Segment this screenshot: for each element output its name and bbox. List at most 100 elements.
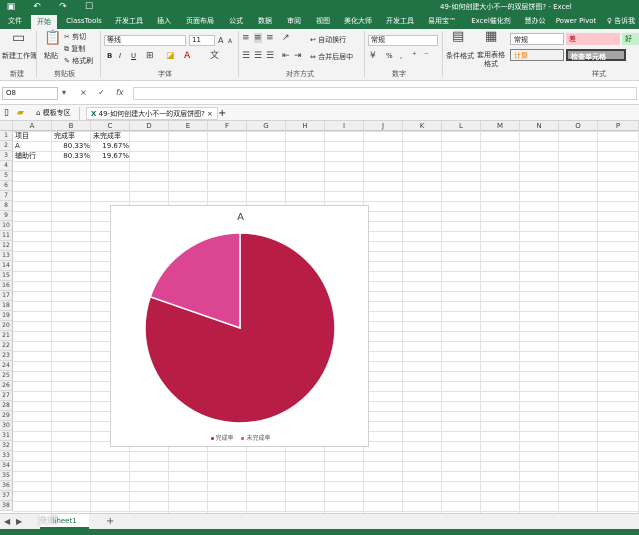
shrink-font-icon[interactable]: A (228, 37, 232, 47)
percent-button[interactable]: % (386, 52, 393, 60)
column-header-f[interactable]: F (208, 121, 247, 131)
row-header-38[interactable]: 38 (0, 501, 13, 511)
row-header-7[interactable]: 7 (0, 191, 13, 201)
column-header-m[interactable]: M (481, 121, 520, 131)
column-header-g[interactable]: G (247, 121, 286, 131)
bold-button[interactable]: B (107, 52, 112, 60)
tell-me[interactable]: ♀ 告诉我 (604, 14, 638, 29)
scroll-left-icon[interactable]: ◀ (4, 514, 10, 529)
align-bottom-icon[interactable]: ≡ (266, 33, 274, 43)
row-header-18[interactable]: 18 (0, 301, 13, 311)
currency-icon[interactable]: ¥ (370, 51, 376, 61)
row-header-14[interactable]: 14 (0, 261, 13, 271)
cell-c3[interactable]: 19.67% (91, 151, 131, 161)
increase-indent-icon[interactable]: ⇥ (294, 51, 302, 61)
row-header-32[interactable]: 32 (0, 441, 13, 451)
row-header-34[interactable]: 34 (0, 461, 13, 471)
row-header-9[interactable]: 9 (0, 211, 13, 221)
underline-button[interactable]: U (131, 52, 136, 60)
merge-center-button[interactable]: ⇔ 合并后居中 (310, 52, 353, 62)
row-header-16[interactable]: 16 (0, 281, 13, 291)
tab-power-pivot[interactable]: Power Pivot (554, 14, 598, 29)
row-header-2[interactable]: 2 (0, 141, 13, 151)
tab-excel-catalyst[interactable]: Excel催化剂 (465, 14, 517, 29)
row-header-3[interactable]: 3 (0, 151, 13, 161)
cell-b3[interactable]: 80.33% (52, 151, 92, 161)
conditional-format-button[interactable]: 条件格式 (446, 51, 474, 61)
column-header-a[interactable]: A (13, 121, 52, 131)
row-header-26[interactable]: 26 (0, 381, 13, 391)
new-workbook-icon[interactable]: ▭ (12, 31, 25, 45)
column-header-c[interactable]: C (91, 121, 130, 131)
row-header-15[interactable]: 15 (0, 271, 13, 281)
pie-chart[interactable]: A 完成率 未完成率 (110, 205, 369, 447)
tab-classtools[interactable]: ClassTools (62, 14, 106, 29)
row-header-19[interactable]: 19 (0, 311, 13, 321)
cell-c2[interactable]: 19.67% (91, 141, 131, 151)
cell-b1[interactable]: 完成率 (54, 131, 75, 141)
decrease-indent-icon[interactable]: ⇤ (282, 51, 290, 61)
column-header-k[interactable]: K (403, 121, 442, 131)
tab-review[interactable]: 审阅 (281, 14, 307, 29)
column-header-d[interactable]: D (130, 121, 169, 131)
row-header-30[interactable]: 30 (0, 421, 13, 431)
align-left-icon[interactable]: ☰ (242, 51, 250, 61)
file-tab-current[interactable]: X 49-如何创建大小不一的双层饼图? × (86, 107, 218, 120)
row-header-1[interactable]: 1 (0, 131, 13, 141)
row-header-35[interactable]: 35 (0, 471, 13, 481)
column-header-h[interactable]: H (286, 121, 325, 131)
row-header-11[interactable]: 11 (0, 231, 13, 241)
align-middle-icon[interactable]: ≡ (254, 33, 262, 43)
column-header-o[interactable]: O (559, 121, 598, 131)
tab-developer-2[interactable]: 开发工具 (381, 14, 419, 29)
name-box-dropdown-icon[interactable]: ▾ (62, 87, 66, 99)
copy-button[interactable]: ⧉ 复制 (64, 44, 85, 54)
close-tab-icon[interactable]: × (207, 110, 213, 118)
paste-icon[interactable]: 📋 (44, 31, 61, 45)
file-tab-templates[interactable]: ⌂ 模板专区 (36, 107, 80, 120)
style-normal[interactable]: 常规 (510, 33, 564, 45)
row-header-12[interactable]: 12 (0, 241, 13, 251)
cell-a2[interactable]: A (15, 141, 20, 151)
touch-icon[interactable]: ☐ (82, 1, 96, 13)
tab-data[interactable]: 数据 (252, 14, 278, 29)
tab-huibangong[interactable]: 慧办公 (520, 14, 550, 29)
cell-a1[interactable]: 项目 (15, 131, 29, 141)
enter-icon[interactable]: ✓ (98, 87, 105, 99)
undo-icon[interactable]: ↶ (30, 1, 44, 13)
font-size-select[interactable]: 11 (189, 35, 215, 46)
font-name-select[interactable]: 等线 (104, 35, 186, 46)
row-header-37[interactable]: 37 (0, 491, 13, 501)
redo-icon[interactable]: ↷ (56, 1, 70, 13)
row-header-33[interactable]: 33 (0, 451, 13, 461)
scroll-right-icon[interactable]: ▶ (16, 514, 22, 529)
table-format-button[interactable]: 套用表格格式 (474, 51, 508, 69)
column-header-i[interactable]: I (325, 121, 364, 131)
row-header-8[interactable]: 8 (0, 201, 13, 211)
table-format-icon[interactable]: ▦ (485, 30, 497, 43)
style-bad[interactable]: 差 (566, 33, 620, 45)
decrease-decimal-icon[interactable]: ⁻ (424, 51, 429, 61)
new-workbook-button[interactable]: 新建工作簿 (2, 51, 37, 61)
row-header-36[interactable]: 36 (0, 481, 13, 491)
row-header-22[interactable]: 22 (0, 341, 13, 351)
name-box[interactable]: O8 (2, 87, 58, 100)
add-sheet-button[interactable]: + (106, 514, 114, 529)
tab-insert[interactable]: 插入 (151, 14, 177, 29)
paste-button[interactable]: 粘贴 (44, 51, 58, 61)
align-top-icon[interactable]: ≡ (242, 33, 250, 43)
new-doc-icon[interactable]: ▯ (4, 107, 9, 120)
number-format-select[interactable]: 常规 (368, 35, 438, 46)
tab-easyuse[interactable]: 易用宝™ (423, 14, 461, 29)
new-tab-icon[interactable]: + (218, 107, 226, 120)
cell-c1[interactable]: 未完成率 (93, 131, 121, 141)
style-good[interactable]: 好 (622, 33, 639, 45)
column-header-e[interactable]: E (169, 121, 208, 131)
cell-a3[interactable]: 辅助行 (15, 151, 36, 161)
orientation-icon[interactable]: ↗ (282, 33, 290, 43)
column-header-p[interactable]: P (598, 121, 639, 131)
column-header-l[interactable]: L (442, 121, 481, 131)
row-header-28[interactable]: 28 (0, 401, 13, 411)
wrap-text-button[interactable]: ↩ 自动换行 (310, 35, 346, 45)
conditional-format-icon[interactable]: ▤ (452, 30, 464, 43)
